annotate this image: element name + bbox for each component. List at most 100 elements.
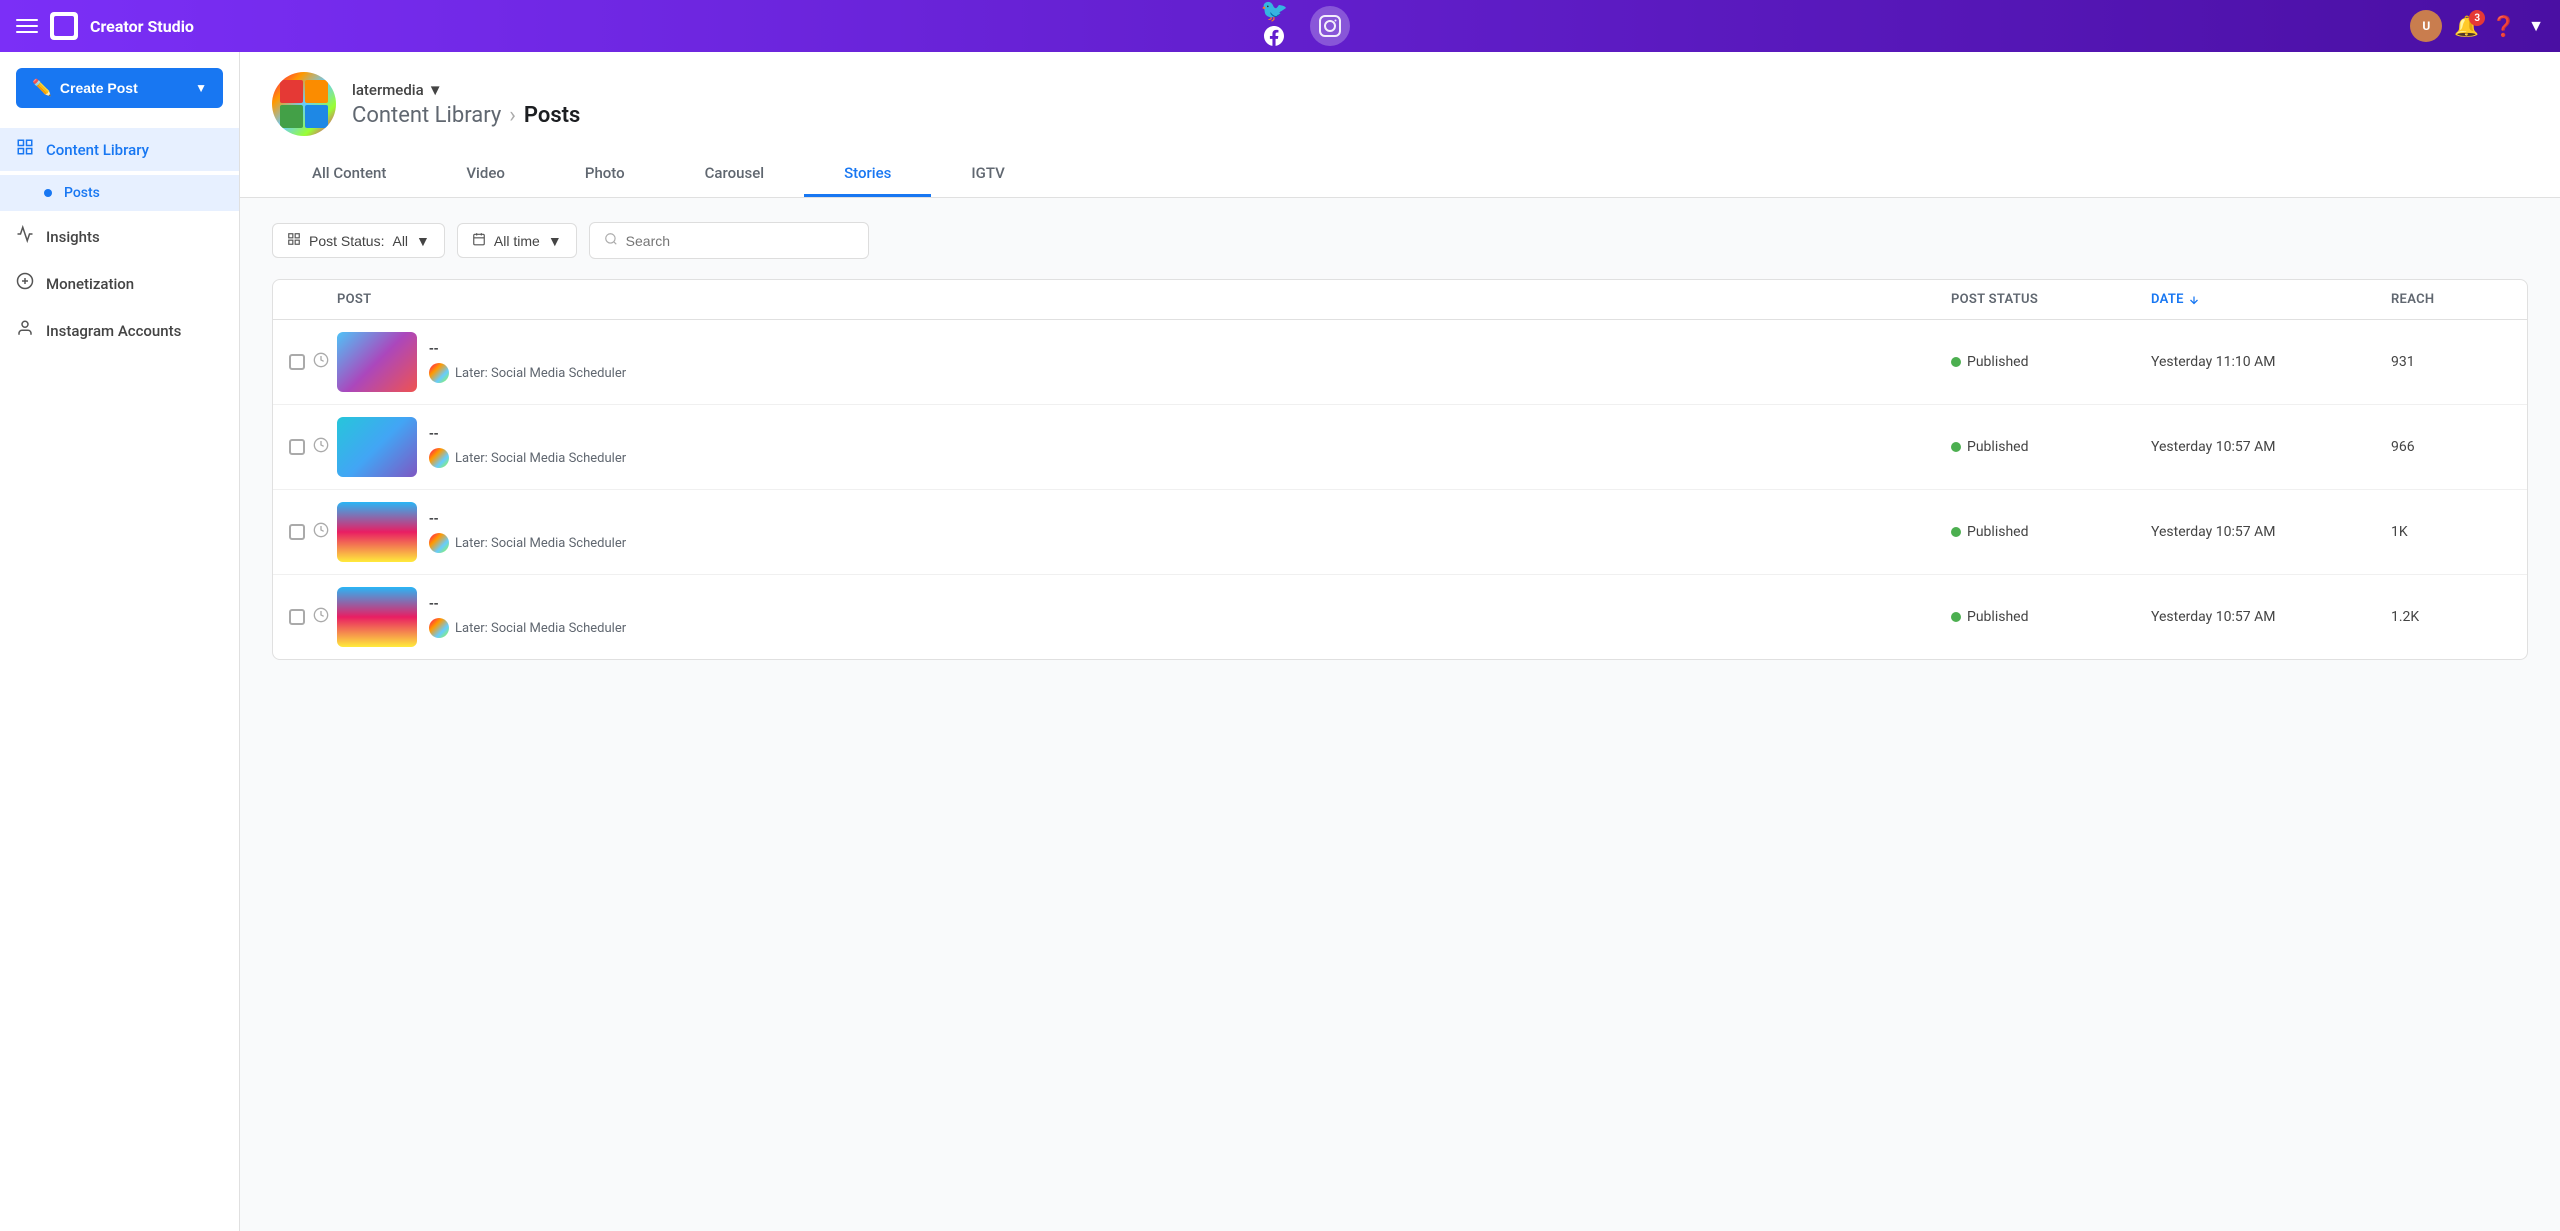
col-post: Post [337, 292, 1951, 307]
create-post-icon: ✏️ [32, 78, 52, 98]
tab-photo[interactable]: Photo [545, 152, 665, 197]
tab-video[interactable]: Video [426, 152, 545, 197]
account-dropdown-icon[interactable]: ▼ [428, 81, 443, 99]
create-post-button[interactable]: ✏️ Create Post ▼ [16, 68, 223, 108]
post-info-1: -- Later: Social Media Scheduler [429, 341, 626, 383]
post-title-3: -- [429, 511, 626, 527]
source-logo-4 [429, 618, 449, 638]
status-dot-4 [1951, 612, 1961, 622]
post-thumb-1 [337, 332, 417, 392]
sidebar-posts-label: Posts [64, 185, 100, 201]
post-source-3: Later: Social Media Scheduler [429, 533, 626, 553]
breadcrumb-parent[interactable]: Content Library [352, 103, 501, 128]
sidebar-item-posts[interactable]: Posts [0, 175, 239, 211]
user-avatar[interactable]: U [2410, 10, 2442, 42]
row-check-3 [289, 522, 337, 542]
row-checkbox-2[interactable] [289, 439, 305, 455]
post-info-2: -- Later: Social Media Scheduler [429, 426, 626, 468]
row-check-4 [289, 607, 337, 627]
sidebar-item-content-library[interactable]: Content Library [0, 128, 239, 171]
main-content: latermedia ▼ Content Library › Posts All… [240, 52, 2560, 1231]
post-title-1: -- [429, 341, 626, 357]
table-area: Post Status: All ▼ All time ▼ [240, 198, 2560, 684]
topnav-left: Creator Studio [16, 12, 194, 40]
sidebar-item-instagram-accounts[interactable]: Instagram Accounts [0, 309, 239, 352]
source-name-3: Later: Social Media Scheduler [455, 536, 626, 551]
instagram-platform-btn[interactable] [1310, 6, 1350, 46]
sidebar-insights-label: Insights [46, 228, 100, 246]
source-name-4: Later: Social Media Scheduler [455, 621, 626, 636]
sidebar-item-insights[interactable]: Insights [0, 215, 239, 258]
app-logo [50, 12, 78, 40]
post-thumb-3 [337, 502, 417, 562]
filters-row: Post Status: All ▼ All time ▼ [272, 222, 2528, 259]
status-label-4: Published [1967, 609, 2028, 625]
account-name: latermedia ▼ [352, 81, 580, 99]
post-cell-4: -- Later: Social Media Scheduler [337, 587, 1951, 647]
table-row: -- Later: Social Media Scheduler Publish… [273, 575, 2527, 659]
sidebar-item-monetization[interactable]: Monetization [0, 262, 239, 305]
filter-status-icon [287, 232, 301, 249]
app-title: Creator Studio [90, 17, 194, 36]
help-btn[interactable]: ❓ [2491, 14, 2516, 38]
row-check-1 [289, 352, 337, 372]
row-checkbox-1[interactable] [289, 354, 305, 370]
col-select [289, 292, 337, 307]
create-post-label: Create Post [60, 80, 138, 96]
source-name-2: Later: Social Media Scheduler [455, 451, 626, 466]
post-thumb-4 [337, 587, 417, 647]
status-dot-3 [1951, 527, 1961, 537]
sidebar: ✏️ Create Post ▼ Content Library Posts [0, 52, 240, 1231]
post-status-filter[interactable]: Post Status: All ▼ [272, 223, 445, 258]
sidebar-monetization-label: Monetization [46, 275, 134, 293]
row-timer-4[interactable] [313, 607, 329, 627]
notification-badge: 3 [2469, 10, 2485, 26]
platform-switcher: 🐦 [1254, 6, 1350, 46]
post-info-3: -- Later: Social Media Scheduler [429, 511, 626, 553]
date-cell-4: Yesterday 10:57 AM [2151, 609, 2391, 625]
status-cell-1: Published [1951, 354, 2151, 370]
status-cell-4: Published [1951, 609, 2151, 625]
table-row: -- Later: Social Media Scheduler Publish… [273, 405, 2527, 490]
breadcrumb-current: Posts [524, 103, 580, 128]
facebook-platform-btn[interactable]: 🐦 [1254, 6, 1294, 46]
row-checkbox-4[interactable] [289, 609, 305, 625]
row-timer-3[interactable] [313, 522, 329, 542]
posts-table: Post Post Status Date Reach [272, 279, 2528, 660]
date-cell-3: Yesterday 10:57 AM [2151, 524, 2391, 540]
notifications-btn[interactable]: 🔔 3 [2454, 14, 2479, 38]
col-date[interactable]: Date [2151, 292, 2391, 307]
breadcrumb: Content Library › Posts [352, 103, 580, 128]
source-logo-2 [429, 448, 449, 468]
row-timer-2[interactable] [313, 437, 329, 457]
row-checkbox-3[interactable] [289, 524, 305, 540]
status-label-1: Published [1967, 354, 2028, 370]
insights-icon [16, 225, 34, 248]
all-time-filter[interactable]: All time ▼ [457, 223, 577, 258]
tab-all-content[interactable]: All Content [272, 152, 426, 197]
col-post-status: Post Status [1951, 292, 2151, 307]
tab-stories[interactable]: Stories [804, 152, 931, 197]
search-icon [604, 231, 618, 250]
post-cell-3: -- Later: Social Media Scheduler [337, 502, 1951, 562]
tab-igtv[interactable]: IGTV [931, 152, 1044, 197]
status-label-3: Published [1967, 524, 2028, 540]
main-layout: ✏️ Create Post ▼ Content Library Posts [0, 52, 2560, 1231]
post-title-4: -- [429, 596, 626, 612]
row-timer-1[interactable] [313, 352, 329, 372]
post-info-4: -- Later: Social Media Scheduler [429, 596, 626, 638]
tab-carousel[interactable]: Carousel [665, 152, 804, 197]
post-source-1: Later: Social Media Scheduler [429, 363, 626, 383]
source-logo-3 [429, 533, 449, 553]
status-label-2: Published [1967, 439, 2028, 455]
expand-btn[interactable]: ▼ [2528, 16, 2544, 36]
post-status-chevron: ▼ [416, 233, 430, 249]
page-header: latermedia ▼ Content Library › Posts All… [240, 52, 2560, 198]
search-input[interactable] [626, 233, 854, 249]
content-library-icon [16, 138, 34, 161]
reach-cell-1: 931 [2391, 354, 2511, 370]
post-source-4: Later: Social Media Scheduler [429, 618, 626, 638]
date-cell-1: Yesterday 11:10 AM [2151, 354, 2391, 370]
status-cell-3: Published [1951, 524, 2151, 540]
hamburger-menu[interactable] [16, 19, 38, 33]
